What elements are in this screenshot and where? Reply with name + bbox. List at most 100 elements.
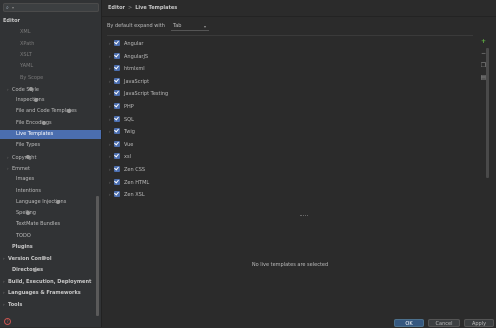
template-group-javascript-testing[interactable]: › JavaScript Testing [109,89,168,98]
template-group-label: xsl [124,154,131,161]
template-group-checkbox[interactable] [114,65,120,72]
cancel-button[interactable]: Cancel [428,319,460,327]
sidebar-scrollbar[interactable] [96,196,99,316]
search-input[interactable]: ⌕ ▾ [3,3,99,12]
add-icon[interactable]: + [480,38,487,45]
help-icon[interactable]: ? [4,318,11,325]
template-group-checkbox[interactable] [114,191,120,198]
template-group-checkbox[interactable] [114,40,120,46]
template-group-vue[interactable]: › Vue [109,140,133,149]
template-group-label: Zen CSS [124,167,146,173]
sidebar-item-file-and-code-templates[interactable]: File and Code Templates [11,107,77,116]
settings-content: Editor > Live Templates By default expand … [102,0,496,327]
template-group-javascript[interactable]: › JavaScript [109,77,149,86]
settings-sidebar: ⌕ ▾ Editor XML XPath XSLT YAML By Scope › Code … [0,0,102,327]
sidebar-item-copyright[interactable]: › Copyright [7,153,36,162]
templates-list[interactable]: No live templates are selected › Angular ›… [107,35,473,321]
chevron-down-icon[interactable]: ▾ [12,5,14,10]
sidebar-item-language-injections[interactable]: Language Injections [11,198,66,207]
sidebar-item-version-control[interactable]: › Version Control [3,254,52,263]
template-group-checkbox[interactable] [114,115,120,122]
template-group-label: AngularJS [124,53,149,60]
sidebar-item-code-style[interactable]: › Code Style [7,85,39,94]
sidebar-item-languages-frameworks[interactable]: › Languages & Frameworks [3,288,81,297]
sidebar-item-label: File Types [16,142,41,149]
dialog-buttons: OK Cancel Apply [102,318,496,327]
template-group-htmlxml[interactable]: › htmlxml [109,64,145,73]
breadcrumb-live-templates: Live Templates [135,5,178,11]
template-group-sql[interactable]: › SQL [109,115,134,124]
template-group-label: SQL [124,116,134,123]
sidebar-item-yaml[interactable]: YAML [15,62,33,71]
sidebar-item-label: Images [16,176,35,183]
template-group-checkbox[interactable] [114,166,120,172]
breadcrumb-editor: Editor [108,5,125,11]
expand-with-row: By default expand with Tab ▾ [107,22,209,31]
sidebar-item-label: Languages & Frameworks [8,290,81,297]
sidebar-item-by-scope[interactable]: By Scope [15,74,43,83]
template-group-label: JavaScript [124,78,150,85]
sidebar-item-label: XSLT [20,51,32,58]
apply-button[interactable]: Apply [464,319,494,327]
template-group-label: Twig [124,129,135,136]
template-group-checkbox[interactable] [114,128,120,135]
sidebar-item-plugins[interactable]: Plugins [7,243,33,252]
sidebar-item-label: Tools [8,301,23,308]
sidebar-item-images[interactable]: Images [11,175,34,184]
settings-window: ⌕ ▾ Editor XML XPath XSLT YAML By Scope › Code … [0,0,496,327]
template-group-checkbox[interactable] [114,77,120,84]
template-group-zen-xsl[interactable]: › Zen XSL [109,190,145,199]
template-group-checkbox[interactable] [114,90,120,97]
template-group-label: Zen XSL [124,192,145,199]
template-group-checkbox[interactable] [114,140,120,147]
template-group-label: htmlxml [124,66,145,73]
sidebar-item-build-execution-deployment[interactable]: › Build, Execution, Deployment [3,277,91,286]
template-group-zen-html[interactable]: › Zen HTML [109,178,149,187]
template-group-angular[interactable]: › Angular [109,39,143,48]
sidebar-item-live-templates[interactable]: Live Templates [0,130,101,139]
sidebar-item-directories[interactable]: Directories [7,266,43,275]
sidebar-item-intentions[interactable]: Intentions [11,187,41,196]
project-scope-icon [33,267,38,272]
sidebar-item-editor[interactable]: Editor [3,17,20,26]
sidebar-item-emmet[interactable]: › Emmet [7,164,30,173]
ok-button[interactable]: OK [394,319,424,327]
empty-state-message: No live templates are selected [251,262,329,268]
template-group-label: JavaScript Testing [124,91,169,98]
sidebar-item-xpath[interactable]: XPath [15,40,34,49]
template-group-php[interactable]: › PHP [109,102,134,111]
sidebar-item-label: Live Templates [16,131,54,137]
sidebar-item-todo[interactable]: TODO [11,232,31,241]
sidebar-item-file-encodings[interactable]: File Encodings [11,119,52,128]
sidebar-item-label: XPath [20,40,35,47]
expand-with-label: By default expand with [107,23,165,29]
sidebar-item-xml[interactable]: XML [15,28,31,37]
template-group-checkbox[interactable] [114,153,120,160]
splitter-handle[interactable] [300,215,308,216]
sidebar-item-label: By Scope [20,74,44,81]
sidebar-item-file-types[interactable]: File Types [11,141,40,150]
sidebar-item-inspections[interactable]: Inspections [11,96,44,105]
chevron-down-icon: ▾ [203,24,206,29]
project-scope-icon [41,256,46,261]
template-group-checkbox[interactable] [114,178,120,185]
template-group-angularjs[interactable]: › AngularJS [109,52,148,61]
search-icon[interactable]: ⌕ [6,5,9,11]
template-group-twig[interactable]: › Twig [109,127,135,136]
sidebar-item-spelling[interactable]: Spelling [11,209,36,218]
template-group-zen-css[interactable]: › Zen CSS [109,165,145,174]
breadcrumb-separator: > [128,5,133,11]
template-group-label: Angular [124,41,144,47]
template-group-xsl[interactable]: › xsl [109,152,131,161]
expand-with-select[interactable]: Tab ▾ [171,22,209,31]
sidebar-item-textmate-bundles[interactable]: TextMate Bundles [11,220,60,229]
sidebar-item-label: Code Style [12,86,39,93]
sidebar-item-tools[interactable]: › Tools [3,300,22,309]
template-group-label: PHP [124,104,134,110]
breadcrumb: Editor > Live Templates [108,4,177,12]
template-group-checkbox[interactable] [114,52,120,59]
project-scope-icon [25,211,30,216]
template-group-checkbox[interactable] [114,103,120,109]
sidebar-item-xslt[interactable]: XSLT [15,51,32,60]
templates-scrollbar[interactable] [486,48,489,178]
